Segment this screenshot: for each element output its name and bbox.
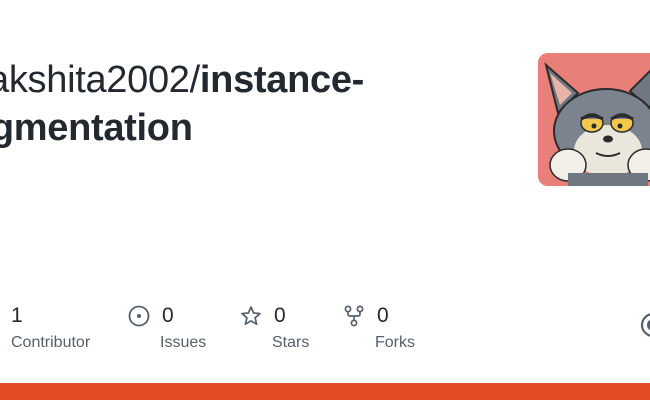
- stat-forks-value: 0: [377, 304, 389, 327]
- stat-stars[interactable]: 0 Stars: [240, 302, 309, 351]
- repo-name-continued[interactable]: egmentation: [0, 104, 488, 152]
- repo-stats: 1 Contributor 0 Issues 0 Stars 0 Forks: [0, 302, 650, 362]
- owner-avatar[interactable]: [538, 53, 650, 186]
- stat-contributors-value: 1: [11, 304, 23, 327]
- repo-owner[interactable]: akshita2002/: [0, 59, 200, 101]
- stat-issues[interactable]: 0 Issues: [128, 302, 206, 351]
- issue-opened-icon: [128, 305, 150, 327]
- stat-forks[interactable]: 0 Forks: [343, 302, 415, 351]
- cartoon-cat-avatar-icon: [538, 53, 650, 186]
- repo-social-card: akshita2002/instance- egmentation: [0, 0, 650, 400]
- stat-stars-label: Stars: [272, 334, 310, 351]
- stat-contributors-label: Contributor: [11, 334, 91, 351]
- github-logo-icon: [640, 312, 650, 338]
- star-icon: [240, 305, 262, 327]
- stat-stars-value: 0: [274, 304, 286, 327]
- repo-forked-icon: [343, 305, 365, 327]
- stat-forks-label: Forks: [375, 334, 415, 351]
- stat-issues-label: Issues: [160, 334, 207, 351]
- stat-issues-value: 0: [162, 304, 174, 327]
- repo-name[interactable]: instance-: [200, 59, 364, 101]
- language-bar: [0, 383, 650, 400]
- stat-contributors[interactable]: 1 Contributor: [11, 302, 90, 351]
- repo-title[interactable]: akshita2002/instance- egmentation: [0, 56, 488, 152]
